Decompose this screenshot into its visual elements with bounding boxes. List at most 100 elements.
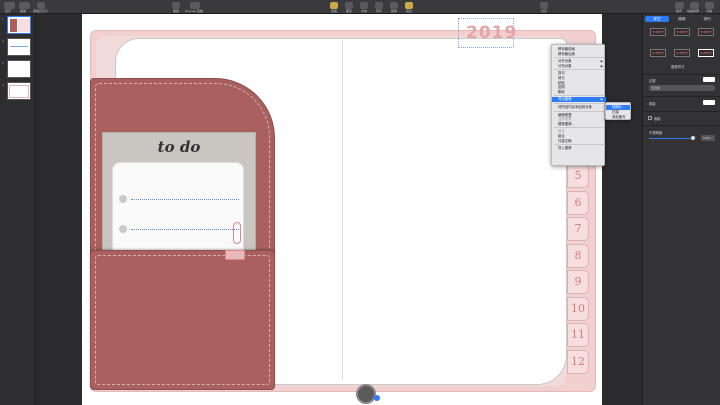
border-label: 边框 xyxy=(649,79,656,83)
format-inspector: 样式 图像 排列 文本样式 文本样式 文本样式 文本样式 文本样式 文本样式 图… xyxy=(642,14,720,405)
chart-button[interactable] xyxy=(345,2,353,9)
comment-button[interactable] xyxy=(405,2,413,9)
add-slide-button[interactable] xyxy=(37,2,45,9)
media-button[interactable] xyxy=(390,2,398,9)
menu-item[interactable]: 分布对象 ▶ xyxy=(552,64,606,69)
page-fold-line xyxy=(342,40,343,380)
list-line xyxy=(131,199,239,200)
animate-label: 动画效果 xyxy=(687,9,700,13)
add-slide-label: 添加幻灯片 xyxy=(33,9,49,13)
opacity-label: 不透明度 xyxy=(649,131,663,135)
tab-image[interactable]: 图像 xyxy=(670,16,694,22)
style-preset-1[interactable]: 文本样式 xyxy=(650,28,666,36)
month-tab-11[interactable]: 11 xyxy=(567,323,589,347)
slide-thumbnail-4[interactable] xyxy=(7,82,31,100)
play-label: 播放 xyxy=(173,9,180,13)
view-button[interactable] xyxy=(4,2,15,9)
slide-thumbnail-1[interactable] xyxy=(7,16,31,34)
menu-item-label: 扫描文稿 xyxy=(558,138,572,143)
submenu-item-sketch[interactable]: 添加速写 xyxy=(606,115,630,120)
menu-item-label: 复制 xyxy=(558,85,565,90)
slide-navigator: 1 2 3 4 xyxy=(0,14,36,405)
menu-item-label: 粘贴 xyxy=(558,80,565,85)
share-label: 共享 xyxy=(541,9,548,13)
menu-item-label: 移到最后面 xyxy=(558,51,575,56)
view-label: 显示 xyxy=(5,9,12,13)
menu-item-label: 锁定 xyxy=(558,129,565,134)
reflection-label: 倒影 xyxy=(654,117,661,121)
year-text[interactable]: 2019 xyxy=(466,23,517,43)
media-label: 媒体 xyxy=(391,9,398,13)
menu-item[interactable]: 导出图像 ▶ xyxy=(552,97,606,102)
opacity-value: 100% xyxy=(703,136,711,140)
zoom-label: 缩放 xyxy=(20,9,27,13)
menu-item-label: 分布对象 xyxy=(558,63,572,68)
menu-separator xyxy=(554,110,604,112)
month-tab-12[interactable]: 12 xyxy=(567,349,589,374)
menu-item-label: 导入图像 xyxy=(558,146,572,151)
month-tab-10[interactable]: 10 xyxy=(567,296,589,321)
menu-item[interactable]: 移到最后面 xyxy=(552,52,606,57)
menu-item-label: 拷贝 xyxy=(558,76,565,80)
menu-item[interactable]: 扫描文稿 xyxy=(552,139,606,144)
style-preset-3[interactable]: 文本样式 xyxy=(698,28,714,36)
slide-number: 3 xyxy=(2,61,4,65)
slide-thumbnail-3[interactable] xyxy=(7,60,31,78)
shape-button[interactable] xyxy=(375,2,383,9)
month-tab-9[interactable]: 9 xyxy=(567,270,589,294)
opacity-slider-knob[interactable] xyxy=(691,136,695,140)
chart-label: 图表 xyxy=(346,9,353,13)
format-button[interactable] xyxy=(675,2,684,9)
slide-thumbnail-2[interactable] xyxy=(7,38,31,56)
table-button[interactable] xyxy=(330,2,338,9)
slide-number: 1 xyxy=(2,17,4,21)
opacity-slider[interactable] xyxy=(649,138,693,139)
submenu-item-scan[interactable]: 扫描 xyxy=(606,110,630,115)
comment-label: 批注 xyxy=(406,9,413,13)
document-button[interactable] xyxy=(705,2,714,9)
style-options-label: 图像样式 xyxy=(671,65,685,69)
dial-image[interactable] xyxy=(356,384,376,404)
menu-item-label: 编辑遮罩 xyxy=(558,112,572,117)
slide[interactable]: 2019 123456789101112 to do xyxy=(82,14,602,405)
border-color-well[interactable] xyxy=(703,77,715,82)
status-dot xyxy=(374,395,380,401)
menu-item-label: 替换图像... xyxy=(558,121,575,126)
menu-item[interactable]: 删除 xyxy=(552,90,606,95)
share-button[interactable] xyxy=(540,2,548,9)
shadow-color-well[interactable] xyxy=(703,100,715,105)
todo-title: to do xyxy=(157,138,201,156)
menu-item-label: 组合 xyxy=(558,134,565,138)
month-tab-5[interactable]: 5 xyxy=(567,164,589,188)
menu-item[interactable]: 替换图像... xyxy=(552,122,606,127)
style-preset-6[interactable]: 文本样式 xyxy=(698,49,714,57)
reflection-checkbox[interactable] xyxy=(648,116,652,120)
month-tab-6[interactable]: 6 xyxy=(567,190,589,215)
menu-item-label: 将所选内容添加到对象 xyxy=(558,105,592,109)
menu-item-label: 剪切 xyxy=(558,71,565,76)
style-preset-5[interactable]: 文本样式 xyxy=(674,49,690,57)
context-menu: 移到最前面 移到最后面 对齐对象 ▶ 分布对象 ▶ 剪切 拷贝 粘贴 复制 删除 导出图像 ▶ 将所选内容… xyxy=(551,44,606,166)
animate-button[interactable] xyxy=(690,2,699,9)
submenu-item-photo[interactable]: 拍照片 xyxy=(606,105,630,110)
tab-arrange[interactable]: 排列 xyxy=(695,16,719,22)
menu-item-label: 还原遮罩 xyxy=(558,117,572,122)
toolbar: 显示 缩放 添加幻灯片 播放 Keynote 直播 表格 图表 文本 形状 媒体… xyxy=(0,0,720,14)
menu-item[interactable]: 将所选内容添加到对象 xyxy=(552,105,606,110)
month-tab-8[interactable]: 8 xyxy=(567,243,589,268)
list-bullet xyxy=(119,225,127,233)
menu-item[interactable]: 导入图像 xyxy=(552,146,606,151)
pocket-front xyxy=(90,250,275,390)
clip-clamp xyxy=(225,250,245,260)
tab-style[interactable]: 样式 xyxy=(645,16,669,22)
month-tab-7[interactable]: 7 xyxy=(567,217,589,241)
shape-label: 形状 xyxy=(376,9,383,13)
export-submenu: 拍照片 扫描 添加速写 xyxy=(605,102,631,120)
style-preset-4[interactable]: 文本样式 xyxy=(650,49,666,57)
style-preset-2[interactable]: 文本样式 xyxy=(674,28,690,36)
text-button[interactable] xyxy=(360,2,368,9)
play-button[interactable] xyxy=(172,2,180,9)
slide-number: 2 xyxy=(2,39,4,43)
zoom-button[interactable] xyxy=(19,2,30,9)
keynote-live-button[interactable] xyxy=(190,2,200,9)
